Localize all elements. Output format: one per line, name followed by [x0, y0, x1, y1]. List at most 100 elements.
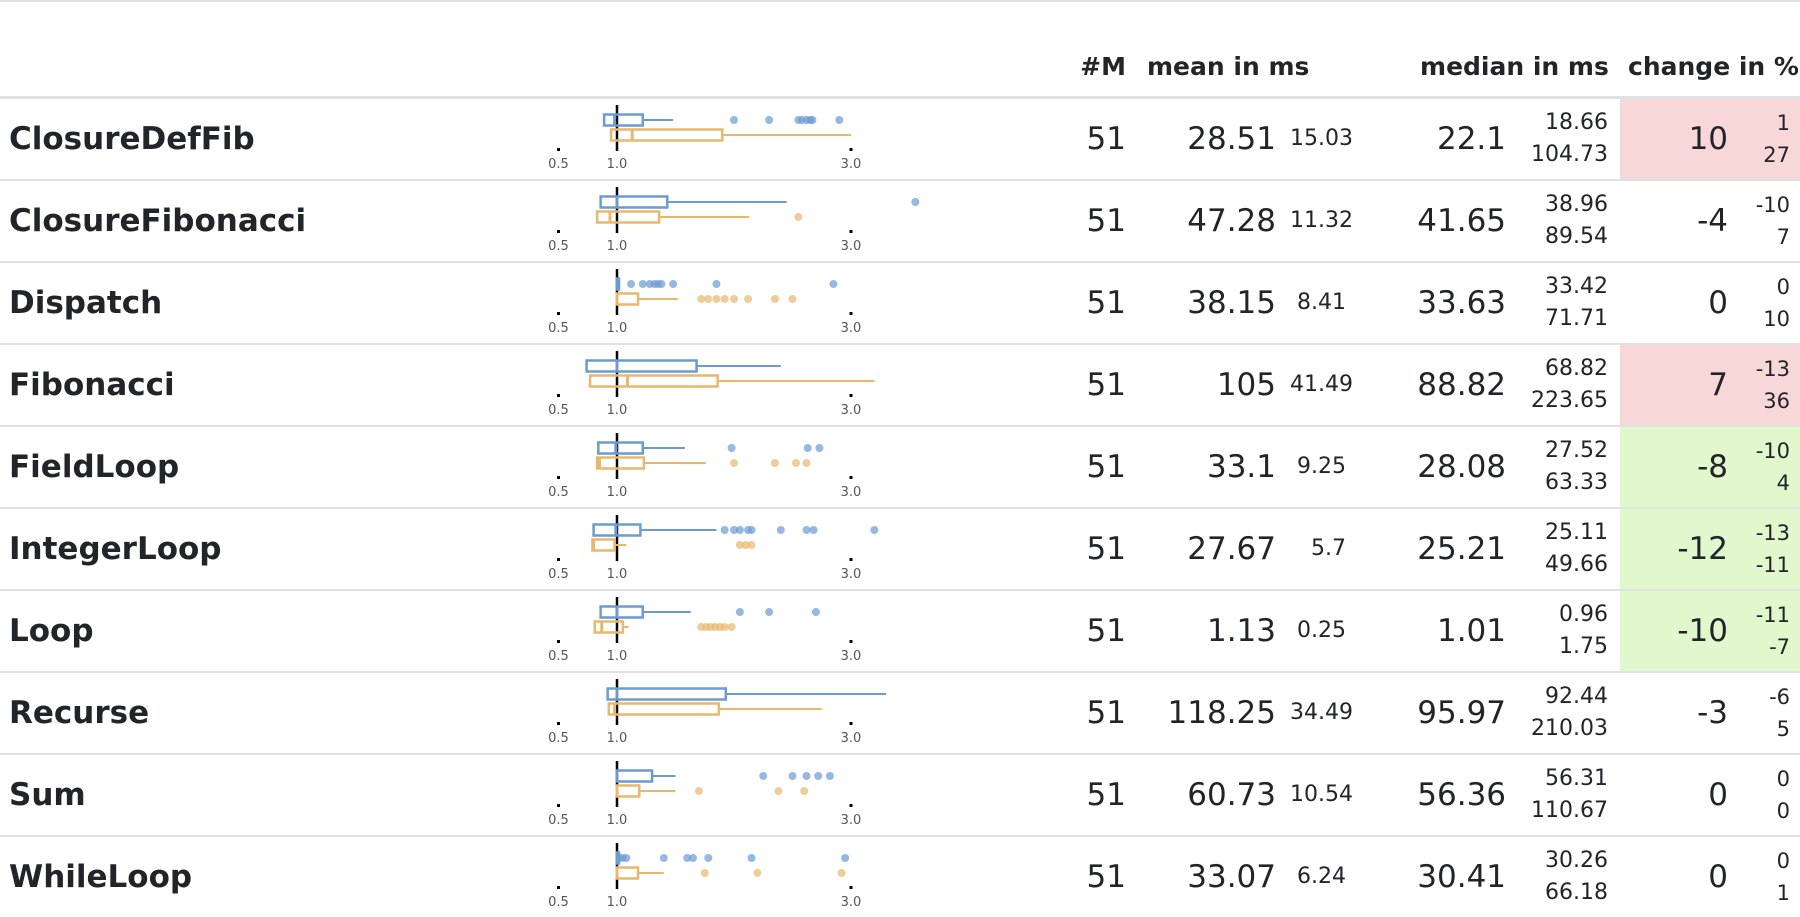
change-value: 0 [1708, 776, 1729, 813]
benchmark-name[interactable]: Fibonacci [0, 344, 330, 426]
change-series-outlier [747, 525, 756, 534]
change-ci: -6 5 [1740, 672, 1800, 754]
axis-tick-label: 0.5 [548, 649, 569, 664]
ci-high: 7 [1776, 224, 1791, 249]
change-series-outlier [627, 279, 636, 288]
min-value: 25.11 [1545, 519, 1609, 545]
change-ci: -13 -11 [1740, 507, 1800, 590]
header-change: change in % [1620, 1, 1800, 99]
table-row: Fibonacci 0.51.03.05.0 51 105 41.49 88.8… [0, 343, 1800, 426]
base-series-outlier [794, 212, 803, 221]
boxplot: 0.51.03.05.0 [548, 186, 920, 254]
min-max-values: 18.66 104.73 [1520, 97, 1620, 180]
base-series-outlier [694, 786, 703, 795]
base-series-outlier [774, 786, 783, 795]
benchmark-name[interactable]: Loop [0, 590, 330, 672]
boxplot: 0.51.03.05.0 [548, 842, 862, 910]
boxplot-cell: 0.51.03.05.0 [330, 836, 1030, 917]
benchmark-name[interactable]: Recurse [0, 672, 330, 754]
table-row: Dispatch 0.51.03.05.0 51 38.15 8.41 33.6… [0, 261, 1800, 344]
boxplot-cell: 0.51.03.05.0 [330, 344, 1030, 426]
measurement-count: 51 [1086, 120, 1126, 157]
max-value: 66.18 [1545, 879, 1609, 905]
base-series-outlier [747, 540, 756, 549]
benchmark-name[interactable]: WhileLoop [0, 836, 330, 917]
stddev-value: 0.25 [1297, 618, 1347, 643]
base-series-box [593, 619, 625, 634]
axis-tick-label: 0.5 [548, 731, 569, 746]
mean-value: 38.15 [1187, 284, 1276, 321]
benchmark-name[interactable]: Sum [0, 754, 330, 836]
boxplot: 0.51.03.05.0 [548, 678, 887, 746]
boxplot-cell: 0.51.03.05.0 [330, 672, 1030, 754]
table-row: IntegerLoop 0.51.03.05.0 51 27.67 5.7 25… [0, 507, 1800, 590]
ci-high: 5 [1776, 716, 1791, 741]
min-max-values: 0.96 1.75 [1520, 590, 1620, 672]
benchmark-name[interactable]: ClosureFibonacci [0, 180, 330, 262]
benchmark-name[interactable]: ClosureDefFib [0, 97, 330, 180]
mean-value: 60.73 [1187, 776, 1276, 813]
median-value: 33.63 [1417, 284, 1507, 321]
base-series-outlier [744, 294, 753, 303]
mean-value: 28.51 [1187, 120, 1276, 157]
max-value: 110.67 [1531, 797, 1609, 823]
base-series-box [591, 537, 616, 552]
axis-tick-label: 3.0 [841, 403, 862, 418]
change-value: -3 [1697, 694, 1729, 731]
min-max-values: 38.96 89.54 [1520, 180, 1620, 262]
ci-low: 0 [1776, 766, 1791, 791]
mean-value: 33.07 [1187, 858, 1276, 895]
base-series-outlier [792, 458, 801, 467]
change-ci: 0 1 [1740, 836, 1800, 917]
stddev-value: 34.49 [1290, 700, 1353, 725]
change-series-outlier [765, 607, 774, 616]
benchmark-name[interactable]: Dispatch [0, 262, 330, 344]
change-ci: 1 27 [1740, 97, 1800, 180]
change-series-outlier [657, 279, 666, 288]
change-value: 0 [1708, 284, 1729, 321]
min-value: 0.96 [1559, 601, 1609, 627]
change-value: 10 [1620, 97, 1741, 180]
mean-value: 33.1 [1206, 448, 1276, 485]
stddev-value: 5.7 [1311, 536, 1347, 561]
base-series-box [607, 701, 721, 716]
base-series-box [595, 209, 661, 224]
stddev-value: 11.32 [1290, 208, 1353, 233]
table-row: WhileLoop 0.51.03.05.0 51 33.07 6.24 30.… [0, 835, 1800, 917]
change-series-outlier [735, 525, 744, 534]
benchmark-name[interactable]: IntegerLoop [0, 508, 330, 590]
measurement-count: 51 [1086, 202, 1126, 239]
base-series-outlier [837, 868, 846, 877]
header-plot [330, 1, 1030, 99]
change-series-outlier [712, 279, 721, 288]
ci-high: 36 [1763, 388, 1791, 413]
boxplot: 0.51.03.05.0 [548, 268, 862, 336]
ci-low: -11 [1755, 602, 1791, 627]
mean-value: 105 [1216, 366, 1276, 403]
change-series-box [585, 358, 698, 373]
max-value: 104.73 [1531, 141, 1609, 167]
change-series-outlier [814, 771, 823, 780]
change-series-outlier [788, 771, 797, 780]
axis-tick-label: 3.0 [841, 813, 862, 828]
ci-low: 1 [1776, 110, 1791, 135]
stddev-value: 9.25 [1297, 454, 1347, 479]
benchmark-name[interactable]: FieldLoop [0, 426, 330, 508]
base-series-outlier [770, 294, 779, 303]
mean-value: 47.28 [1187, 202, 1276, 239]
axis-tick-label: 3.0 [841, 321, 862, 336]
change-series-box [615, 768, 654, 783]
stddev-value: 8.41 [1297, 290, 1347, 315]
change-series-outlier [730, 115, 738, 124]
change-series-outlier [776, 525, 785, 534]
change-ci: 0 10 [1740, 262, 1800, 344]
change-value: 7 [1620, 343, 1741, 426]
change-series-outlier [727, 443, 736, 452]
axis-tick-label: 3.0 [841, 895, 862, 910]
base-series-box [588, 373, 719, 388]
change-series-outlier [870, 525, 879, 534]
min-max-values: 56.31 110.67 [1520, 754, 1620, 836]
axis-tick-label: 3.0 [841, 731, 862, 746]
header-mean: mean in ms [1140, 1, 1361, 99]
axis-tick-label: 1.0 [607, 567, 628, 582]
